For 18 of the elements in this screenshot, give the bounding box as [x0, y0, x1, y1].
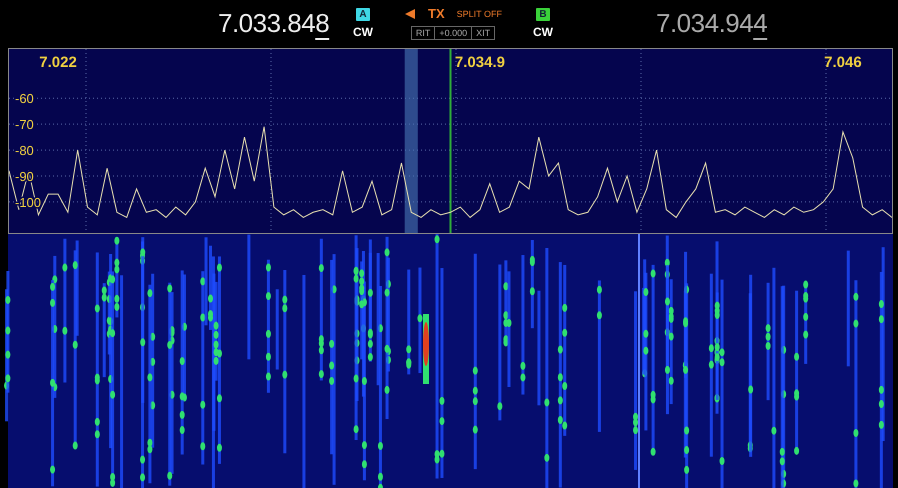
mode-label: CW	[533, 24, 553, 38]
mode-label: CW	[353, 24, 373, 38]
rit-button[interactable]: RIT	[412, 27, 434, 39]
split-status: SPLIT OFF	[456, 8, 502, 18]
frequency-label: 7.022	[39, 54, 77, 71]
frequency-label: 7.046	[824, 54, 862, 71]
vfo-frequency[interactable]: 7.033.848	[218, 8, 326, 38]
vfo-badge[interactable]: A	[356, 8, 370, 20]
offset-value: +0.000	[434, 27, 472, 39]
tx-label: TX	[428, 6, 445, 21]
y-tick-label: -60	[15, 91, 34, 106]
y-tick-label: -80	[15, 143, 34, 158]
vfo-badge[interactable]: B	[536, 8, 550, 20]
passband-marker[interactable]	[404, 49, 418, 233]
arrow-left-icon	[404, 8, 416, 20]
frequency-label: 7.034.9	[454, 54, 505, 71]
xit-button[interactable]: XIT	[471, 27, 494, 39]
y-tick-label: -70	[15, 117, 34, 132]
